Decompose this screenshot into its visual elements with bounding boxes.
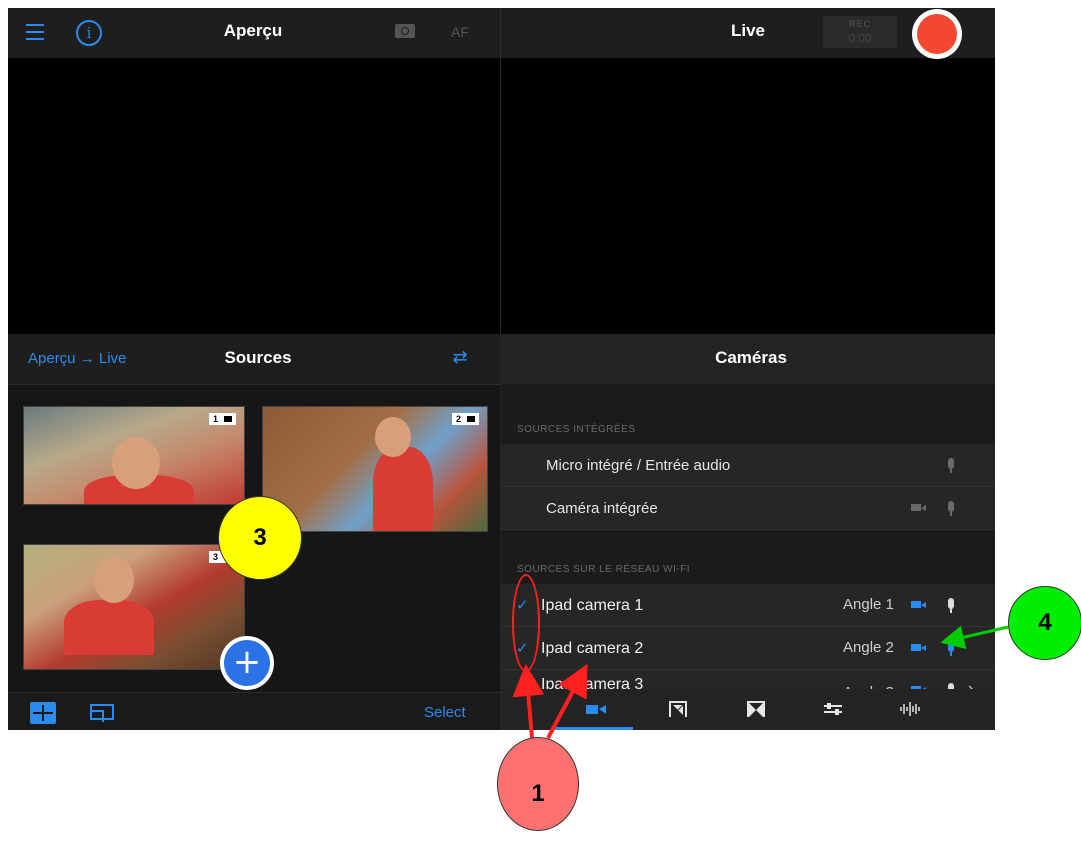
angle-label[interactable]: Angle 1 (843, 596, 894, 613)
preview-to-live-button[interactable]: Aperçu → Live (28, 350, 126, 367)
grid-view-icon[interactable] (30, 702, 56, 724)
plus-icon[interactable] (220, 636, 274, 690)
video-camera-icon[interactable] (911, 504, 926, 511)
rec-label: REC (848, 19, 871, 29)
preview-title: Aperçu (223, 21, 283, 40)
app-window: i Aperçu AF Live REC 0:00 Aperçu → Live … (8, 8, 995, 730)
source-thumbnail-2[interactable]: 2 (262, 406, 488, 532)
callout-3: 3 (218, 496, 302, 580)
audio-waveform-icon[interactable] (899, 701, 921, 717)
image-overlay-icon[interactable] (669, 701, 687, 717)
video-camera-icon[interactable] (911, 644, 926, 651)
source-thumbnail-3[interactable]: 3 (23, 544, 245, 670)
wifi-source-row-1[interactable]: ✓ Ipad camera 1 Angle 1 (501, 584, 995, 627)
source-thumbnail-1[interactable]: 1 (23, 406, 245, 505)
angle-label[interactable]: Angle 2 (843, 639, 894, 656)
row-label: Ipad camera 1 (541, 597, 644, 614)
select-button[interactable]: Select (424, 704, 466, 721)
integrated-sources-label: SOURCES INTÉGRÉES (517, 424, 636, 435)
preview-video[interactable] (8, 58, 500, 334)
live-title: Live (730, 21, 766, 40)
rec-time: 0:00 (848, 31, 872, 45)
cameras-header: Caméras (501, 334, 995, 384)
swap-arrows-icon[interactable]: ⇄ (450, 346, 470, 368)
microphone-icon[interactable] (948, 458, 954, 473)
microphone-icon[interactable] (948, 641, 954, 656)
video-camera-icon[interactable] (911, 601, 926, 608)
annotation-oval (512, 574, 540, 672)
video-camera-icon[interactable] (585, 701, 607, 717)
live-video[interactable] (501, 58, 995, 334)
topbar-divider (500, 8, 501, 58)
layout-view-icon[interactable] (90, 704, 114, 722)
row-label: Ipad camera 2 (541, 640, 644, 657)
top-bar: i Aperçu AF Live REC 0:00 (8, 8, 995, 58)
wifi-sources-label: SOURCES SUR LE RÉSEAU WI-FI (517, 564, 690, 575)
recording-timer: REC 0:00 (823, 16, 897, 48)
source-badge: 2 (451, 413, 479, 425)
cameras-toolbar (501, 689, 995, 730)
callout-1: 1 (497, 737, 579, 831)
cameras-panel: Caméras SOURCES INTÉGRÉES Micro intégré … (501, 334, 995, 730)
microphone-icon[interactable] (948, 501, 954, 516)
integrated-mic-row[interactable]: Micro intégré / Entrée audio (501, 444, 995, 487)
camera-icon[interactable] (395, 24, 415, 38)
sources-title: Sources (224, 348, 292, 367)
microphone-icon[interactable] (948, 598, 954, 613)
cameras-title: Caméras (715, 348, 787, 367)
video-camera-icon (224, 416, 232, 422)
sources-header: Aperçu → Live Sources ⇄ (8, 334, 500, 385)
integrated-camera-row[interactable]: Caméra intégrée (501, 487, 995, 530)
info-icon[interactable]: i (76, 20, 102, 46)
row-label: Micro intégré / Entrée audio (546, 457, 731, 474)
video-camera-icon (467, 416, 475, 422)
callout-4: 4 (1008, 586, 1081, 660)
wifi-source-row-2[interactable]: ✓ Ipad camera 2 Angle 2 (501, 627, 995, 670)
sliders-icon[interactable] (823, 701, 843, 717)
transition-icon[interactable] (747, 701, 765, 717)
autofocus-button[interactable]: AF (451, 24, 469, 40)
sources-toolbar: Select (8, 692, 500, 730)
hamburger-menu-icon[interactable] (26, 24, 44, 40)
row-label: Caméra intégrée (546, 500, 658, 517)
active-tab-indicator (553, 727, 633, 730)
record-button[interactable] (912, 9, 962, 59)
source-badge: 1 (208, 413, 236, 425)
